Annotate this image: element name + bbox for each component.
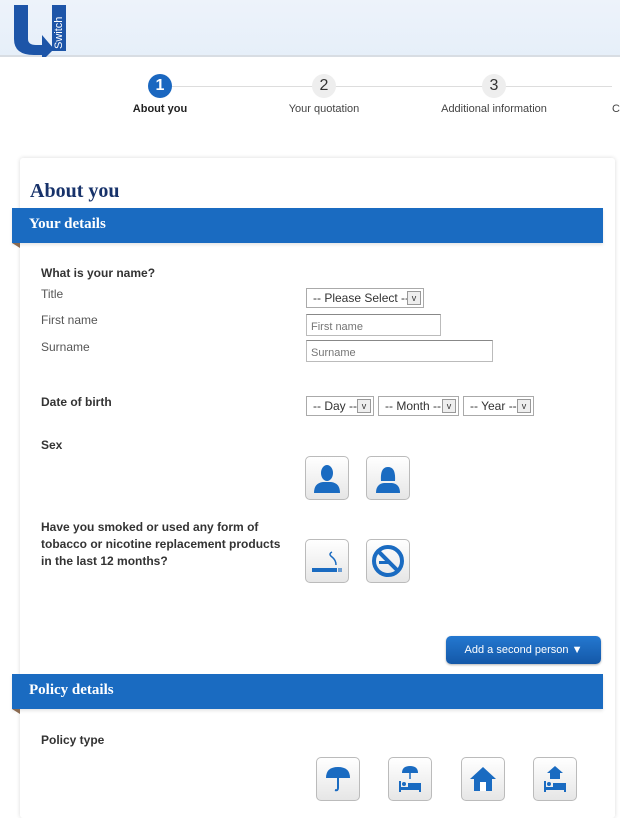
page-title: About you — [30, 180, 120, 202]
chevron-down-icon: v — [442, 399, 456, 413]
day-select[interactable]: -- Day -- v — [306, 396, 374, 416]
step-1-circle: 1 — [148, 74, 172, 98]
female-icon — [376, 467, 400, 493]
svg-text:Switch: Switch — [53, 17, 65, 49]
step-2-label: Your quotation — [288, 103, 360, 115]
umbrella-icon — [326, 767, 350, 792]
policy-mortgage-button[interactable] — [461, 757, 505, 801]
name-question: What is your name? — [41, 266, 156, 280]
step-3-circle: 3 — [482, 74, 506, 98]
policy-life-illness-button[interactable] — [388, 757, 432, 801]
house-icon — [470, 767, 496, 791]
day-value: -- Day -- — [313, 399, 357, 413]
policy-type-label: Policy type — [41, 733, 105, 747]
step-3-label: Additional information — [441, 103, 547, 115]
step-4-label: C — [612, 103, 620, 115]
umbrella-bed-icon — [399, 766, 421, 792]
chevron-down-icon: v — [407, 291, 421, 305]
your-details-header: Your details — [12, 208, 603, 248]
smoker-question: Have you smoked or used any form of toba… — [41, 520, 281, 568]
year-value: -- Year -- — [470, 399, 517, 413]
title-select[interactable]: -- Please Select -- v — [306, 288, 424, 308]
policy-mortgage-illness-button[interactable] — [533, 757, 577, 801]
title-select-value: -- Please Select -- — [313, 291, 410, 305]
surname-label: Surname — [41, 340, 90, 354]
sex-label: Sex — [41, 438, 63, 452]
chevron-down-icon: v — [357, 399, 371, 413]
first-name-input[interactable] — [306, 314, 441, 336]
house-bed-icon — [544, 766, 566, 792]
stepper-line — [172, 86, 612, 87]
dob-label: Date of birth — [41, 395, 112, 409]
year-select[interactable]: -- Year -- v — [463, 396, 534, 416]
smoker-no-button[interactable] — [366, 539, 410, 583]
header — [0, 0, 620, 57]
month-value: -- Month -- — [385, 399, 442, 413]
smoker-yes-button[interactable] — [305, 539, 349, 583]
title-label: Title — [41, 287, 64, 301]
step-2-circle: 2 — [312, 74, 336, 98]
month-select[interactable]: -- Month -- v — [378, 396, 459, 416]
step-1-label: About you — [132, 103, 188, 115]
policy-life-button[interactable] — [316, 757, 360, 801]
female-button[interactable] — [366, 456, 410, 500]
chevron-down-icon: v — [517, 399, 531, 413]
policy-details-header: Policy details — [12, 674, 603, 714]
uswitch-logo[interactable]: Switch — [14, 5, 66, 57]
surname-input[interactable] — [306, 340, 493, 362]
male-icon — [314, 465, 340, 493]
first-name-label: First name — [41, 313, 98, 327]
smoking-icon — [312, 551, 342, 572]
add-second-person-button[interactable]: Add a second person ▼ — [446, 636, 601, 664]
male-button[interactable] — [305, 456, 349, 500]
no-smoking-icon — [372, 545, 404, 577]
